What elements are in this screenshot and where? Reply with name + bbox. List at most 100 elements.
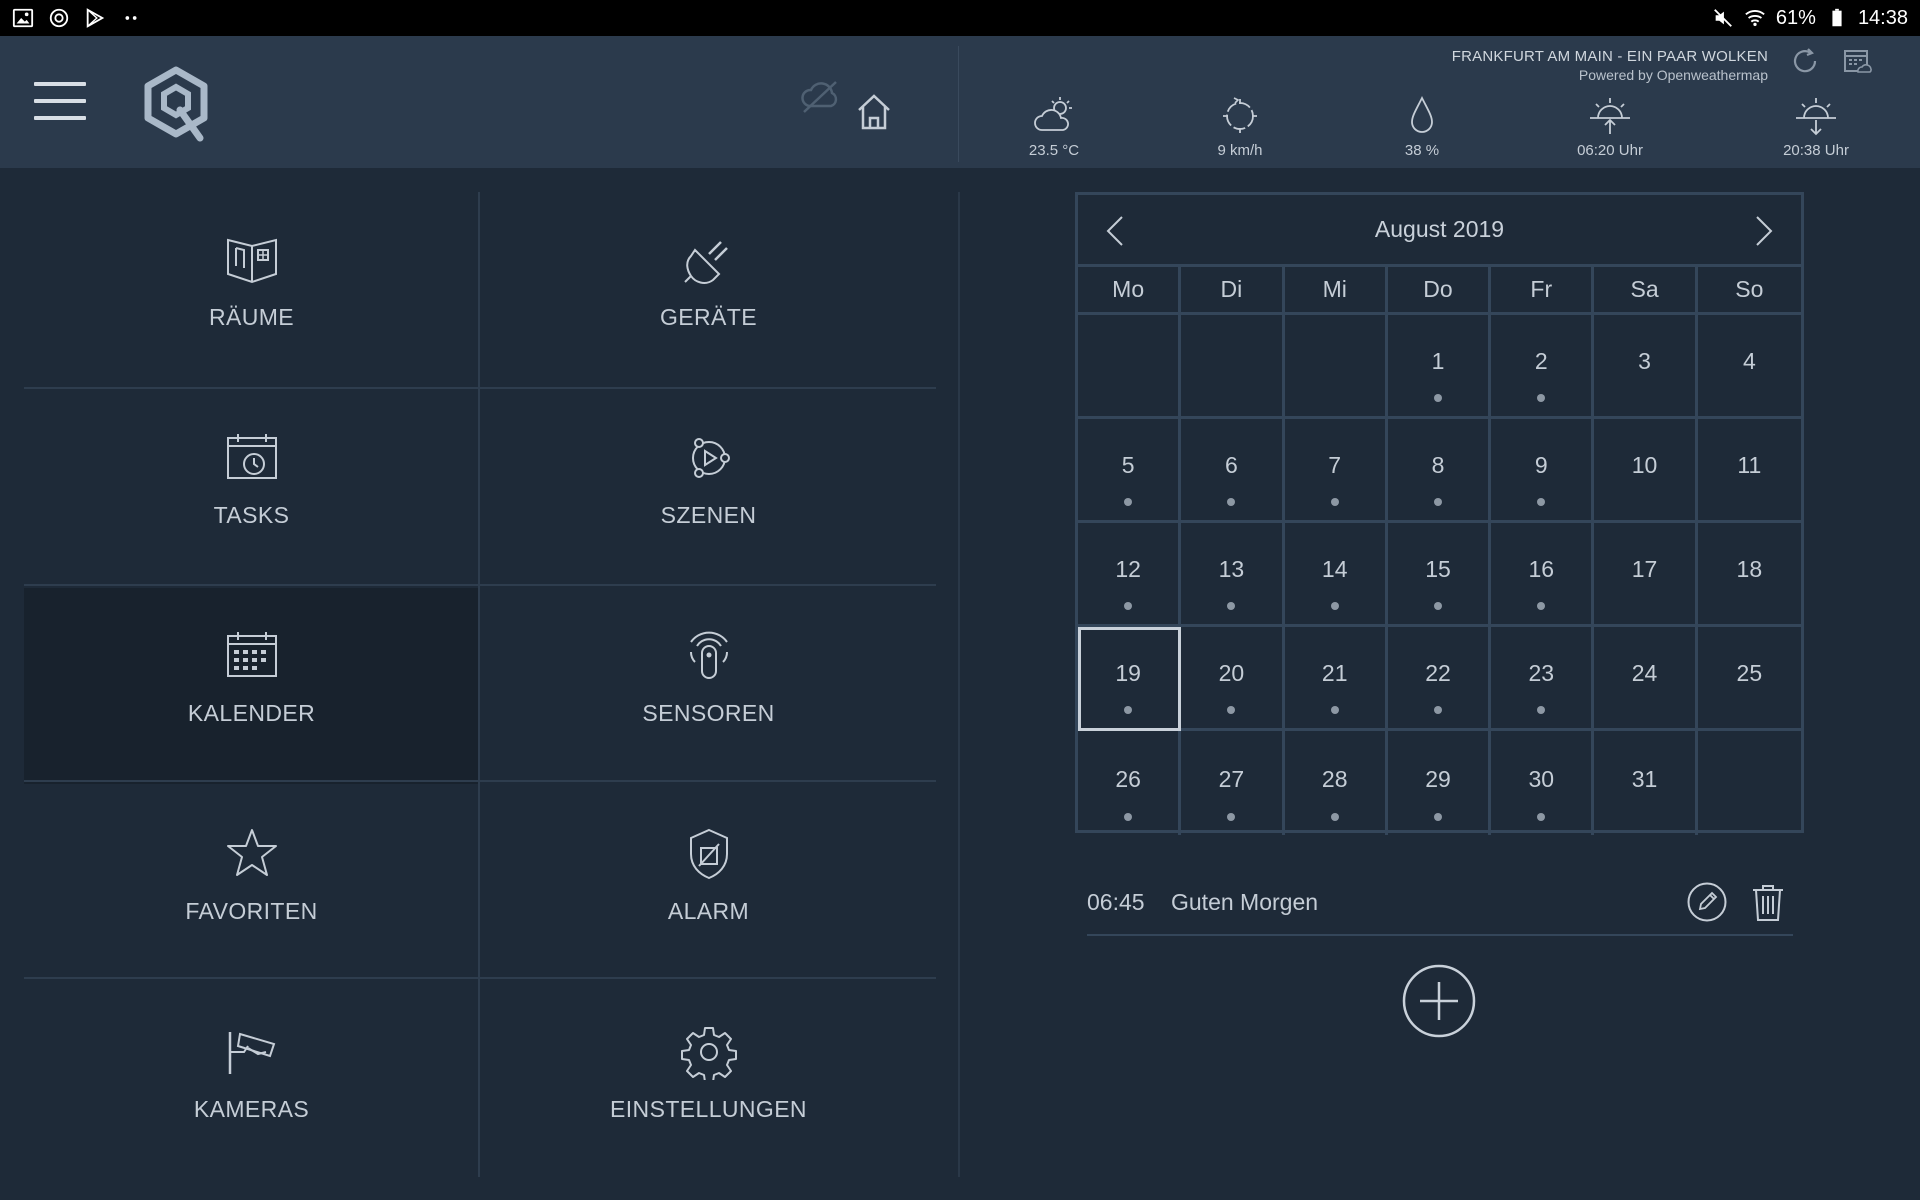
calendar-empty-cell	[1284, 315, 1388, 419]
weekday-header: So	[1697, 267, 1801, 315]
event-indicator-dot	[1433, 498, 1442, 506]
weather-forecast-icon[interactable]	[1842, 46, 1872, 76]
day-number: 29	[1425, 765, 1451, 792]
app-header: FRANKFURT AM MAIN - EIN PAAR WOLKEN Powe…	[0, 36, 1920, 168]
tile-label: TASKS	[213, 502, 290, 528]
gallery-icon	[12, 7, 34, 29]
calendar-day[interactable]: 31	[1594, 731, 1698, 835]
calendar-day[interactable]: 4	[1697, 315, 1801, 419]
tile-kameras[interactable]: KAMERAS	[24, 984, 479, 1180]
tile-geraete[interactable]: GERÄTE	[481, 192, 936, 388]
alarm-shield-icon	[689, 828, 728, 880]
event-indicator-dot	[1227, 706, 1236, 714]
calendar-day[interactable]: 14	[1284, 523, 1388, 627]
event-indicator-dot	[1227, 813, 1236, 821]
calendar-month-title: August 2019	[1374, 216, 1505, 242]
refresh-icon[interactable]	[1790, 46, 1820, 76]
event-indicator-dot	[1537, 706, 1546, 714]
chevron-right-icon[interactable]	[1745, 213, 1781, 249]
chevron-left-icon[interactable]	[1098, 213, 1134, 249]
tile-label: GERÄTE	[660, 304, 757, 330]
event-indicator-dot	[1537, 498, 1546, 506]
calendar-day[interactable]: 16	[1491, 523, 1595, 627]
tile-tasks[interactable]: TASKS	[24, 390, 479, 586]
day-number: 19	[1115, 660, 1141, 686]
event-row[interactable]: 06:45 Guten Morgen	[1087, 870, 1793, 936]
calendar-day[interactable]: 9	[1491, 419, 1595, 523]
calendar-day[interactable]: 29	[1388, 731, 1492, 835]
day-number: 9	[1534, 452, 1548, 478]
event-indicator-dot	[1537, 813, 1546, 821]
calendar-day[interactable]: 25	[1697, 627, 1801, 731]
calendar-day[interactable]: 13	[1181, 523, 1285, 627]
calendar-day[interactable]: 17	[1594, 523, 1698, 627]
calendar-day[interactable]: 24	[1594, 627, 1698, 731]
calendar-day[interactable]: 6	[1181, 419, 1285, 523]
tile-favoriten[interactable]: FAVORITEN	[24, 786, 479, 982]
home-icon[interactable]	[856, 92, 892, 132]
wind-value: 9 km/h	[1217, 142, 1263, 159]
calendar-day[interactable]: 15	[1387, 523, 1492, 627]
more-notifications-icon	[120, 7, 142, 29]
tile-kalender[interactable]: KALENDER	[24, 588, 479, 784]
calendar-empty-cell	[1078, 315, 1182, 419]
tile-label: FAVORITEN	[185, 898, 318, 924]
calendar-day[interactable]: 27	[1181, 731, 1285, 835]
calendar-day[interactable]: 12	[1078, 523, 1182, 627]
calendar-day[interactable]: 11	[1697, 419, 1801, 523]
edit-event-button[interactable]	[1687, 882, 1727, 922]
add-event-button[interactable]	[1402, 964, 1476, 1038]
calendar-day[interactable]: 18	[1697, 523, 1801, 627]
status-bar: 61% 14:38	[0, 0, 1920, 36]
calendar-day[interactable]: 2	[1491, 315, 1595, 419]
event-indicator-dot	[1433, 394, 1442, 402]
day-number: 26	[1115, 765, 1141, 792]
event-indicator-dot	[1433, 602, 1442, 610]
delete-event-button[interactable]	[1749, 882, 1787, 922]
day-number: 27	[1218, 765, 1245, 792]
tile-einstellungen[interactable]: EINSTELLUNGEN	[481, 984, 936, 1180]
main-menu-grid: RÄUME GERÄTE TASKS SZENEN KALENDER SENSO…	[24, 192, 936, 1177]
app-logo	[140, 66, 212, 142]
tile-alarm[interactable]: ALARM	[481, 786, 936, 982]
event-indicator-dot	[1330, 813, 1339, 821]
grid-divider	[24, 977, 936, 979]
grid-divider	[24, 584, 936, 586]
scene-play-icon	[691, 438, 730, 478]
event-indicator-dot	[1124, 602, 1133, 610]
calendar-day[interactable]: 5	[1078, 419, 1182, 523]
battery-percent: 61%	[1775, 6, 1816, 29]
calendar-day[interactable]: 8	[1387, 419, 1492, 523]
weekday-header: Mo	[1078, 267, 1182, 315]
tile-sensoren[interactable]: SENSOREN	[481, 588, 936, 784]
grid-divider	[478, 192, 480, 1177]
calendar-day[interactable]: 22	[1387, 627, 1492, 731]
gear-icon	[680, 1027, 737, 1080]
calendar-day[interactable]: 1	[1387, 315, 1492, 419]
calendar-day[interactable]: 30	[1491, 731, 1595, 835]
calendar-day[interactable]: 23	[1491, 627, 1595, 731]
menu-line	[34, 99, 86, 103]
day-number: 25	[1736, 660, 1763, 686]
header-divider	[958, 46, 959, 162]
calendar-day[interactable]: 7	[1284, 419, 1388, 523]
calendar-day[interactable]: 10	[1594, 419, 1698, 523]
calendar-day[interactable]: 21	[1284, 627, 1388, 731]
camera-icon	[228, 1032, 275, 1074]
battery-icon	[1826, 7, 1848, 29]
calendar-day[interactable]: 26	[1078, 731, 1182, 835]
hamburger-menu-button[interactable]	[34, 82, 86, 122]
tile-szenen[interactable]: SZENEN	[481, 390, 936, 586]
partly-cloudy-icon	[1034, 97, 1072, 131]
day-number: 5	[1121, 452, 1135, 478]
task-clock-icon	[226, 434, 277, 479]
tile-raeume[interactable]: RÄUME	[24, 192, 479, 388]
calendar-day[interactable]: 28	[1285, 731, 1388, 835]
calendar-day[interactable]: 19	[1078, 627, 1182, 731]
weather-temperature: 23.5 °C	[974, 94, 1134, 159]
day-number: 12	[1115, 556, 1141, 582]
event-indicator-dot	[1330, 706, 1339, 714]
event-indicator-dot	[1433, 813, 1442, 821]
calendar-day[interactable]: 3	[1594, 315, 1698, 419]
calendar-day[interactable]: 20	[1181, 627, 1285, 731]
